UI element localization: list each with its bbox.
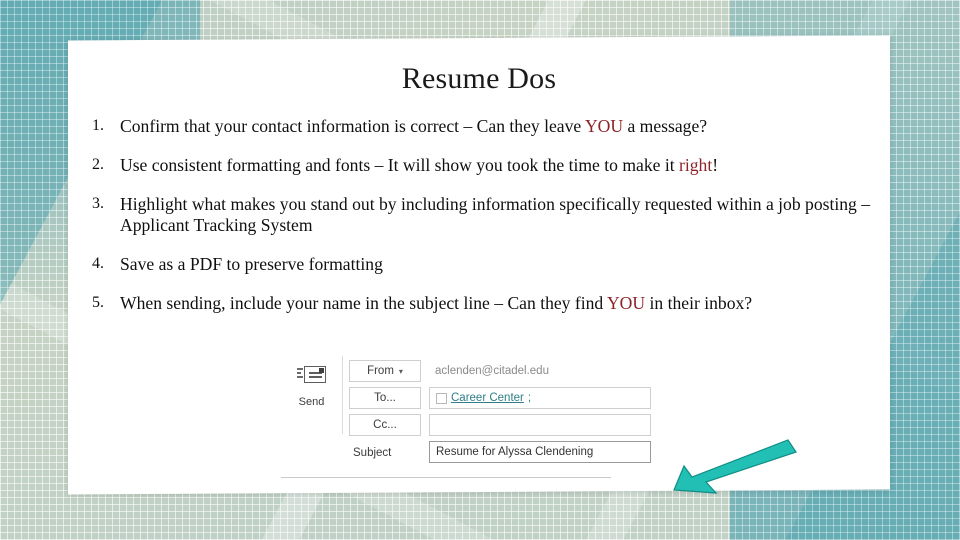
chevron-down-icon: ▾ (398, 366, 403, 376)
list-item-text: Save as a PDF to preserve formatting (120, 254, 383, 274)
list-item-text: Use consistent formatting and fonts – It… (120, 155, 718, 175)
body-text: Use consistent formatting and fonts – It… (120, 154, 680, 175)
body-text: a message? (623, 116, 708, 136)
list-item-number: 5. (92, 294, 104, 312)
contact-card-icon (436, 392, 447, 404)
from-button-label: From (367, 365, 394, 377)
body-text: Highlight what makes you stand out by in… (120, 193, 871, 236)
arrow-shape (673, 439, 797, 494)
recipient-chip[interactable]: Career Center; (436, 392, 531, 404)
page-title: Resume Dos (401, 62, 557, 95)
list-item: 2. Use consistent formatting and fonts – … (76, 155, 872, 177)
body-text: When sending, include your name in the s… (120, 293, 607, 314)
cc-field[interactable] (429, 414, 651, 436)
list-item-text: When sending, include your name in the s… (120, 293, 752, 313)
from-button[interactable]: From ▾ (349, 360, 421, 382)
list-item-text: Confirm that your contact information is… (120, 116, 707, 136)
list-item: 4. Save as a PDF to preserve formatting (76, 254, 872, 276)
send-button[interactable]: Send (281, 356, 343, 434)
emphasis-text: right (679, 154, 713, 175)
recipient-link[interactable]: Career Center (451, 392, 524, 404)
emphasis-text: YOU (584, 116, 624, 136)
body-text: in their inbox? (645, 293, 753, 314)
send-button-label: Send (298, 396, 325, 408)
list-item-number: 4. (92, 255, 104, 273)
list-item: 3. Highlight what makes you stand out by … (76, 194, 872, 238)
compose-divider (281, 477, 611, 478)
list-item-text: Highlight what makes you stand out by in… (120, 194, 870, 236)
list-item: 1. Confirm that your contact information … (76, 116, 872, 138)
slide-card: Resume Dos 1. Confirm that your contact i… (68, 35, 890, 495)
cc-button[interactable]: Cc... (349, 414, 421, 436)
list-item-number: 1. (92, 117, 104, 134)
resume-dos-list: 1. Confirm that your contact information … (76, 116, 872, 332)
send-envelope-icon (296, 366, 327, 388)
email-compose-screenshot: Send From ▾ To... Cc... Subject aclenden… (281, 356, 651, 478)
to-button[interactable]: To... (349, 387, 421, 409)
list-item: 5. When sending, include your name in the… (76, 293, 872, 315)
emphasis-text: YOU (606, 293, 646, 314)
teal-arrow-pointer (673, 439, 797, 494)
body-text: Save as a PDF to preserve formatting (120, 254, 383, 275)
subject-field[interactable]: Resume for Alyssa Clendening (429, 441, 651, 463)
body-text: Confirm that your contact information is… (120, 116, 585, 136)
body-text: ! (712, 154, 719, 175)
subject-label: Subject (353, 447, 392, 459)
list-item-number: 2. (92, 155, 104, 173)
recipient-separator: ; (527, 392, 532, 404)
to-field[interactable]: Career Center; (429, 387, 651, 409)
list-item-number: 3. (92, 194, 104, 212)
from-address-value: aclenden@citadel.edu (435, 365, 549, 377)
